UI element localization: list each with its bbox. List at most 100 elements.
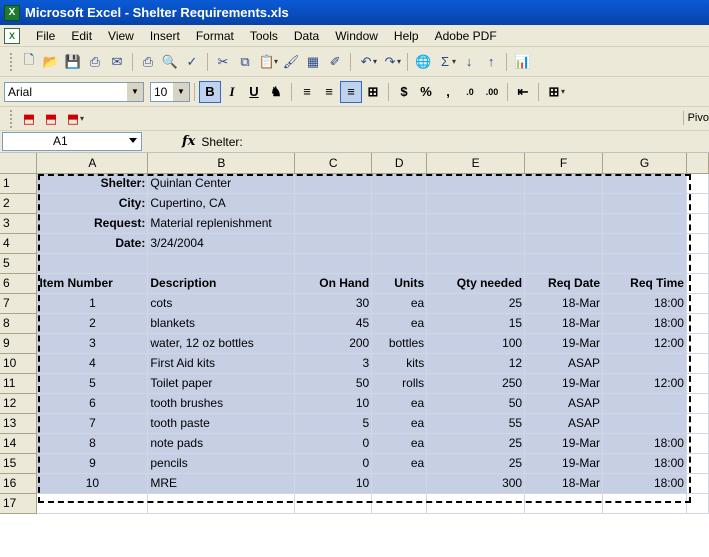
chevron-down-icon[interactable]: ▼ [173, 82, 189, 101]
cell-a[interactable]: Item Number [36, 273, 149, 294]
cell-c[interactable] [294, 233, 373, 254]
cell-g[interactable] [602, 393, 687, 414]
cut-icon[interactable]: ✂ [212, 51, 234, 73]
cell-h[interactable] [686, 413, 709, 434]
cell-e[interactable] [426, 193, 526, 214]
cell-g[interactable]: 12:00 [602, 333, 687, 354]
cell-a[interactable]: Shelter: [36, 173, 149, 194]
save-icon[interactable]: 💾 [62, 51, 84, 73]
pdf-dropdown-icon[interactable]: ▾ [80, 114, 84, 123]
cell-a[interactable]: 9 [36, 453, 149, 474]
cell-g[interactable]: 12:00 [602, 373, 687, 394]
insert-function-icon[interactable]: fx [182, 134, 195, 149]
menu-edit[interactable]: Edit [63, 29, 100, 43]
row-header[interactable]: 14 [0, 433, 38, 454]
cell-g[interactable]: Req Time [602, 273, 687, 294]
menu-data[interactable]: Data [286, 29, 327, 43]
row-header[interactable]: 7 [0, 293, 38, 314]
cell-e[interactable]: 12 [426, 353, 526, 374]
cell-g[interactable] [602, 193, 687, 214]
cell-e[interactable]: 250 [426, 373, 526, 394]
row-header[interactable]: 9 [0, 333, 38, 354]
italic-button[interactable]: I [221, 81, 243, 103]
cell-c[interactable]: 10 [294, 393, 373, 414]
row-header[interactable]: 11 [0, 373, 38, 394]
cell-b[interactable]: First Aid kits [147, 353, 296, 374]
cell-f[interactable] [524, 173, 604, 194]
row-header[interactable]: 5 [0, 253, 38, 274]
cell-h[interactable] [686, 453, 709, 474]
cell-h[interactable] [686, 233, 709, 254]
cell-g[interactable] [602, 493, 687, 514]
cell-d[interactable] [371, 493, 428, 514]
cell-d[interactable]: kits [371, 353, 428, 374]
sort-descending-icon[interactable]: ↑ [480, 51, 502, 73]
cell-e[interactable] [426, 253, 526, 274]
cell-d[interactable]: ea [371, 313, 428, 334]
align-left-icon[interactable]: ≡ [296, 81, 318, 103]
cell-d[interactable]: ea [371, 433, 428, 454]
menu-window[interactable]: Window [327, 29, 386, 43]
row-header[interactable]: 10 [0, 353, 38, 374]
cell-c[interactable] [294, 253, 373, 274]
convert-email-pdf-icon[interactable]: ⬒ [40, 108, 62, 130]
cell-e[interactable]: Qty needed [426, 273, 526, 294]
cell-b[interactable]: 3/24/2004 [147, 233, 296, 254]
cell-g[interactable]: 18:00 [602, 433, 687, 454]
cell-a[interactable]: 5 [36, 373, 149, 394]
cell-b[interactable]: note pads [147, 433, 296, 454]
row-header[interactable]: 15 [0, 453, 38, 474]
cell-d[interactable]: ea [371, 413, 428, 434]
name-box[interactable]: A1 [2, 132, 142, 151]
cell-f[interactable]: 18-Mar [524, 473, 604, 494]
menu-adobe-pdf[interactable]: Adobe PDF [427, 29, 505, 43]
row-header[interactable]: 12 [0, 393, 38, 414]
row-header[interactable]: 2 [0, 193, 38, 214]
cell-f[interactable]: 19-Mar [524, 333, 604, 354]
cell-a[interactable]: 1 [36, 293, 149, 314]
cell-f[interactable]: Req Date [524, 273, 604, 294]
cell-a[interactable]: 4 [36, 353, 149, 374]
toolbar-grip[interactable] [10, 109, 13, 128]
cell-d[interactable] [371, 193, 428, 214]
row-header[interactable]: 3 [0, 213, 38, 234]
cell-b[interactable]: MRE [147, 473, 296, 494]
menu-tools[interactable]: Tools [242, 29, 286, 43]
toolbar-grip[interactable] [10, 52, 13, 71]
cell-e[interactable]: 15 [426, 313, 526, 334]
cell-f[interactable]: 18-Mar [524, 293, 604, 314]
row-header[interactable]: 6 [0, 273, 38, 294]
column-header-d[interactable]: D [371, 153, 428, 174]
cell-h[interactable] [686, 333, 709, 354]
cell-a[interactable]: 3 [36, 333, 149, 354]
cell-c[interactable] [294, 173, 373, 194]
cell-f[interactable]: 19-Mar [524, 433, 604, 454]
workbook-icon[interactable]: X [4, 27, 20, 44]
cell-e[interactable]: 50 [426, 393, 526, 414]
cell-d[interactable]: ea [371, 393, 428, 414]
increase-decimal-icon[interactable]: .0 [459, 81, 481, 103]
paste-dropdown-icon[interactable]: ▾ [274, 57, 278, 66]
cell-b[interactable]: cots [147, 293, 296, 314]
cell-b[interactable]: Description [147, 273, 296, 294]
cell-a[interactable]: City: [36, 193, 149, 214]
cell-e[interactable]: 25 [426, 293, 526, 314]
cell-b[interactable]: blankets [147, 313, 296, 334]
comma-icon[interactable]: , [437, 81, 459, 103]
research-icon[interactable]: ▦ [302, 51, 324, 73]
cell-d[interactable] [371, 253, 428, 274]
cell-d[interactable]: ea [371, 453, 428, 474]
cell-e[interactable] [426, 493, 526, 514]
cell-d[interactable] [371, 473, 428, 494]
find-icon[interactable]: ♞ [265, 81, 287, 103]
cell-a[interactable]: Request: [36, 213, 149, 234]
cell-b[interactable]: Quinlan Center [147, 173, 296, 194]
row-header[interactable]: 16 [0, 473, 38, 494]
cell-h[interactable] [686, 373, 709, 394]
cell-h[interactable] [686, 173, 709, 194]
cell-b[interactable] [147, 253, 296, 274]
cell-c[interactable]: On Hand [294, 273, 373, 294]
column-header-b[interactable]: B [147, 153, 296, 174]
cell-g[interactable] [602, 213, 687, 234]
font-size-dropdown[interactable]: 10 ▼ [150, 81, 190, 102]
